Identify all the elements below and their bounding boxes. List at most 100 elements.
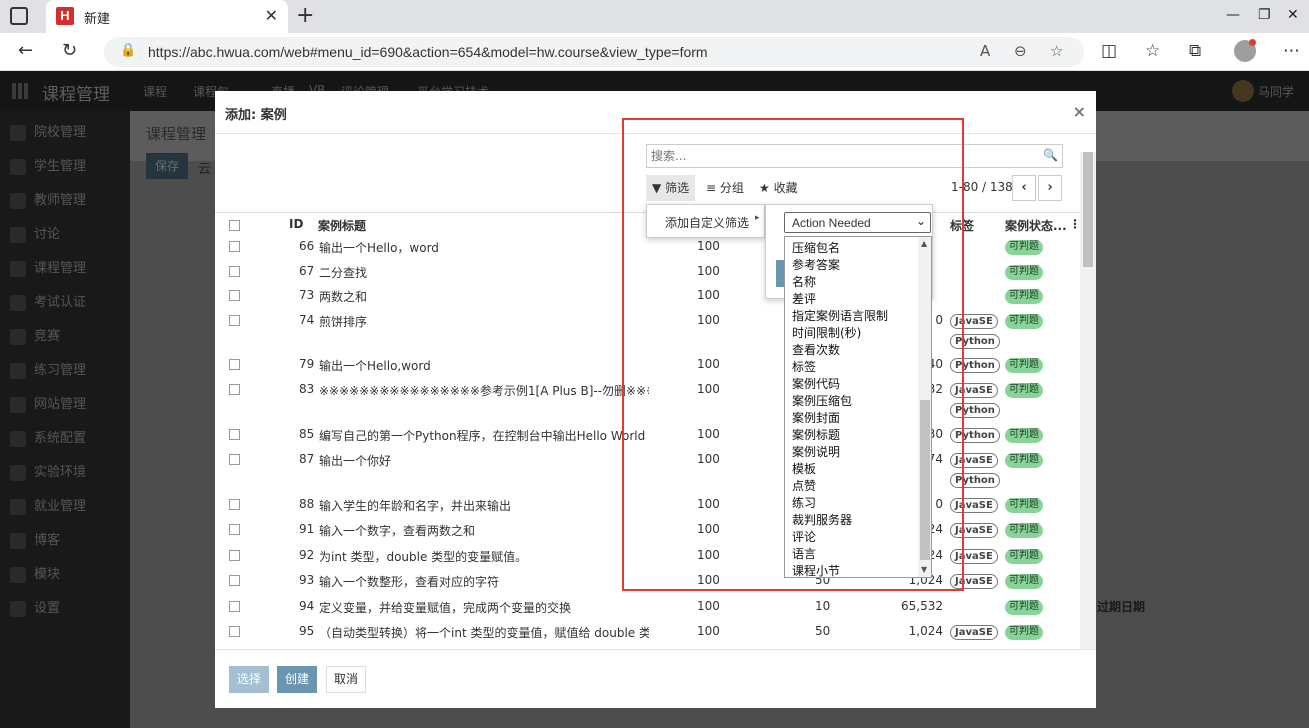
star-icon: ★ — [759, 181, 770, 195]
row-checkbox[interactable] — [229, 241, 240, 252]
close-icon[interactable]: × — [1073, 102, 1086, 121]
cell-id: 67 — [299, 264, 315, 278]
options-scrollbar[interactable]: ▲ ▼ — [918, 237, 931, 577]
row-checkbox[interactable] — [229, 315, 240, 326]
field-option[interactable]: 压缩包名 — [792, 239, 840, 256]
field-option[interactable]: 模板 — [792, 460, 816, 477]
apply-button[interactable] — [776, 260, 784, 287]
read-aloud-icon[interactable]: A — [980, 42, 990, 60]
select-all-checkbox[interactable] — [229, 220, 240, 231]
favorite-add-icon[interactable]: ☆ — [1050, 42, 1063, 60]
row-checkbox[interactable] — [229, 524, 240, 535]
row-checkbox[interactable] — [229, 429, 240, 440]
tag-badge: Python — [950, 473, 1000, 488]
col-id[interactable]: ID — [289, 217, 303, 231]
row-checkbox[interactable] — [229, 550, 240, 561]
search-input[interactable] — [647, 145, 1043, 167]
tag-badge: JavaSE — [950, 523, 998, 538]
browser-tab-bar: H 新建 ✕ + — ❐ ✕ — [0, 0, 1309, 33]
cancel-button[interactable]: 取消 — [326, 666, 367, 693]
field-option[interactable]: 差评 — [792, 290, 816, 307]
close-tab-icon[interactable]: ✕ — [265, 6, 278, 25]
restore-icon[interactable]: ❐ — [1258, 7, 1271, 23]
row-checkbox[interactable] — [229, 359, 240, 370]
more-icon[interactable]: ⋯ — [1283, 41, 1300, 61]
row-checkbox[interactable] — [229, 626, 240, 637]
field-option[interactable]: 查看次数 — [792, 341, 840, 358]
field-option[interactable]: 语言 — [792, 545, 816, 562]
favorites-icon[interactable]: ☆ — [1145, 41, 1160, 61]
tag-badge: JavaSE — [950, 453, 998, 468]
row-checkbox[interactable] — [229, 384, 240, 395]
pager-previous-button[interactable]: ‹ — [1012, 175, 1036, 201]
options-scrollbar-thumb[interactable] — [920, 400, 930, 560]
minimize-icon[interactable]: — — [1226, 7, 1240, 23]
field-option[interactable]: 评论 — [792, 528, 816, 545]
row-checkbox[interactable] — [229, 266, 240, 277]
favorite-label: 收藏 — [773, 181, 798, 195]
reload-icon[interactable]: ↻ — [62, 40, 77, 61]
field-option[interactable]: 案例代码 — [792, 375, 840, 392]
row-checkbox[interactable] — [229, 454, 240, 465]
search-icon[interactable]: 🔍 — [1043, 148, 1058, 162]
scroll-up-icon[interactable]: ▲ — [921, 239, 927, 248]
status-badge: 可判题 — [1005, 453, 1043, 468]
field-option[interactable]: 练习 — [792, 494, 816, 511]
group-by-button[interactable]: ≡ 分组 — [700, 175, 750, 201]
modal-scrollbar-thumb[interactable] — [1083, 152, 1093, 267]
field-options-list[interactable]: 压缩包名 参考答案 名称 差评 指定案例语言限制 时间限制(秒) 查看次数 标签 案例代码 案例压… — [784, 236, 932, 578]
row-checkbox[interactable] — [229, 601, 240, 612]
pager-value[interactable]: 1-80 / 138 — [951, 180, 1013, 194]
field-option[interactable]: 案例压缩包 — [792, 392, 852, 409]
zoom-icon[interactable]: ⊖ — [1014, 42, 1027, 60]
cell-title: 为int 类型，double 类型的变量赋值。 — [319, 550, 528, 564]
list-icon: ≡ — [706, 181, 717, 195]
field-option[interactable]: 名称 — [792, 273, 816, 290]
cell-id: 83 — [299, 382, 315, 396]
field-select-value: Action Needed — [792, 216, 871, 230]
field-option[interactable]: 案例说明 — [792, 443, 840, 460]
lock-icon: 🔒 — [120, 43, 137, 58]
cell-value-3: 0 — [935, 497, 943, 511]
close-window-icon[interactable]: ✕ — [1287, 7, 1299, 23]
field-option[interactable]: 指定案例语言限制 — [792, 307, 888, 324]
tag-badge: JavaSE — [950, 498, 998, 513]
field-option[interactable]: 标签 — [792, 358, 816, 375]
modal-scrollbar[interactable] — [1080, 152, 1096, 649]
scroll-down-icon[interactable]: ▼ — [921, 565, 927, 574]
back-icon[interactable]: ← — [18, 40, 33, 61]
col-tags[interactable]: 标签 — [950, 217, 974, 234]
browser-tab[interactable]: H 新建 ✕ — [46, 0, 288, 33]
col-status[interactable]: 案例状态... — [1005, 217, 1067, 234]
new-tab-icon[interactable]: + — [296, 3, 314, 28]
field-option[interactable]: 点赞 — [792, 477, 816, 494]
field-option[interactable]: 裁判服务器 — [792, 511, 852, 528]
field-option[interactable]: 课程小节 — [792, 562, 840, 577]
create-button[interactable]: 创建 — [277, 666, 318, 693]
select-button[interactable]: 选择 — [229, 666, 270, 693]
favorites-button[interactable]: ★ 收藏 — [753, 175, 804, 201]
field-option[interactable]: 案例封面 — [792, 409, 840, 426]
filter-dropdown: 添加自定义筛选 ▸ — [646, 204, 765, 238]
field-option[interactable]: 参考答案 — [792, 256, 840, 273]
field-option[interactable]: 时间限制(秒) — [792, 324, 861, 341]
collections-icon[interactable]: ⧉ — [1189, 41, 1201, 61]
url-box[interactable]: 🔒 https://abc.hwua.com/web#menu_id=690&a… — [104, 37, 1084, 67]
status-badge: 可判题 — [1005, 498, 1043, 513]
row-checkbox[interactable] — [229, 499, 240, 510]
filter-button[interactable]: ▼ 筛选 — [646, 175, 696, 201]
cell-value-1: 100 — [697, 599, 720, 613]
cell-value-1: 100 — [697, 573, 720, 587]
col-title[interactable]: 案例标题 — [318, 217, 366, 234]
cell-id: 79 — [299, 357, 315, 371]
row-checkbox[interactable] — [229, 575, 240, 586]
cell-id: 74 — [299, 313, 315, 327]
field-option[interactable]: 案例标题 — [792, 426, 840, 443]
cell-value-1: 100 — [697, 313, 720, 327]
tab-actions-icon[interactable] — [10, 7, 28, 25]
pager-next-button[interactable]: › — [1038, 175, 1062, 201]
split-screen-icon[interactable]: ◫ — [1101, 41, 1117, 61]
add-custom-filter[interactable]: 添加自定义筛选 — [665, 214, 749, 231]
field-select[interactable]: Action Needed ⌄ — [784, 212, 931, 233]
row-checkbox[interactable] — [229, 290, 240, 301]
